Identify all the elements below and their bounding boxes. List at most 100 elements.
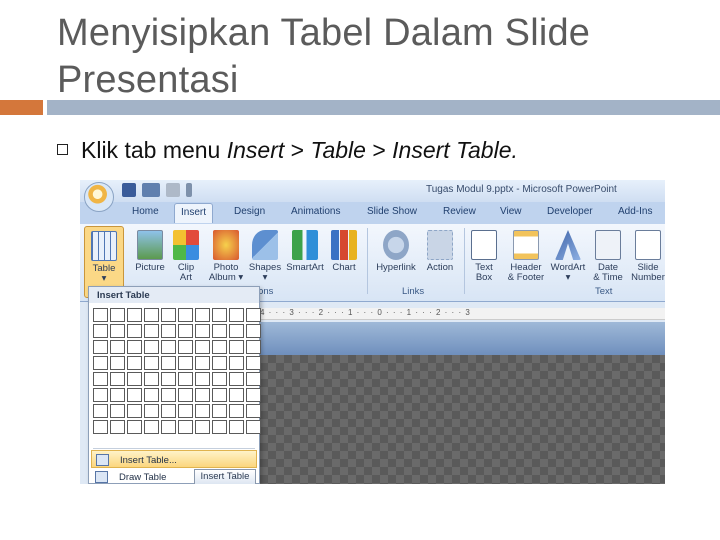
grid-cell[interactable] [127, 420, 142, 434]
grid-cell[interactable] [93, 356, 108, 370]
grid-cell[interactable] [161, 324, 176, 338]
grid-cell[interactable] [93, 308, 108, 322]
tab-add-ins[interactable]: Add-Ins [618, 206, 652, 217]
wordart-button[interactable]: WordArt ▾ [548, 230, 588, 283]
grid-cell[interactable] [195, 404, 210, 418]
grid-cell[interactable] [144, 324, 159, 338]
grid-cell[interactable] [144, 420, 159, 434]
grid-cell[interactable] [161, 420, 176, 434]
grid-cell[interactable] [178, 324, 193, 338]
photo-album-button[interactable]: Photo Album ▾ [206, 230, 246, 283]
grid-cell[interactable] [229, 420, 244, 434]
grid-cell[interactable] [229, 340, 244, 354]
grid-cell[interactable] [93, 324, 108, 338]
grid-cell[interactable] [178, 356, 193, 370]
tab-design[interactable]: Design [234, 206, 265, 217]
grid-cell[interactable] [229, 388, 244, 402]
clip-art-button[interactable]: Clip Art [168, 230, 204, 283]
shapes-button[interactable]: Shapes ▾ [246, 230, 284, 283]
grid-cell[interactable] [110, 324, 125, 338]
grid-cell[interactable] [212, 388, 227, 402]
grid-cell[interactable] [161, 372, 176, 386]
customize-toolbar-icon[interactable] [186, 183, 192, 197]
grid-cell[interactable] [229, 404, 244, 418]
grid-cell[interactable] [110, 340, 125, 354]
grid-cell[interactable] [195, 372, 210, 386]
grid-cell[interactable] [178, 372, 193, 386]
grid-cell[interactable] [229, 356, 244, 370]
grid-cell[interactable] [127, 372, 142, 386]
tab-review[interactable]: Review [443, 206, 476, 217]
grid-cell[interactable] [161, 356, 176, 370]
undo-icon[interactable] [142, 183, 160, 197]
tab-slide-show[interactable]: Slide Show [367, 206, 417, 217]
date-time-button[interactable]: Date & Time [588, 230, 628, 283]
insert-table-menu-item[interactable]: Insert Table... [91, 450, 257, 468]
grid-cell[interactable] [161, 340, 176, 354]
grid-cell[interactable] [246, 372, 261, 386]
grid-cell[interactable] [195, 308, 210, 322]
tab-home[interactable]: Home [132, 206, 159, 217]
grid-cell[interactable] [127, 308, 142, 322]
grid-cell[interactable] [212, 340, 227, 354]
tab-view[interactable]: View [500, 206, 522, 217]
picture-button[interactable]: Picture [131, 230, 169, 273]
grid-cell[interactable] [127, 340, 142, 354]
grid-cell[interactable] [246, 356, 261, 370]
grid-cell[interactable] [161, 388, 176, 402]
grid-cell[interactable] [212, 404, 227, 418]
grid-cell[interactable] [144, 404, 159, 418]
grid-cell[interactable] [110, 356, 125, 370]
grid-cell[interactable] [93, 372, 108, 386]
grid-cell[interactable] [144, 356, 159, 370]
grid-cell[interactable] [212, 356, 227, 370]
office-button-icon[interactable] [84, 182, 114, 212]
grid-cell[interactable] [110, 372, 125, 386]
action-button[interactable]: Action [420, 230, 460, 273]
grid-cell[interactable] [212, 372, 227, 386]
grid-cell[interactable] [161, 404, 176, 418]
grid-cell[interactable] [195, 420, 210, 434]
grid-cell[interactable] [93, 388, 108, 402]
grid-cell[interactable] [161, 308, 176, 322]
grid-cell[interactable] [195, 388, 210, 402]
grid-cell[interactable] [246, 420, 261, 434]
grid-cell[interactable] [110, 420, 125, 434]
grid-cell[interactable] [144, 308, 159, 322]
grid-cell[interactable] [178, 420, 193, 434]
save-icon[interactable] [122, 183, 136, 197]
grid-cell[interactable] [178, 404, 193, 418]
grid-cell[interactable] [93, 340, 108, 354]
grid-cell[interactable] [93, 420, 108, 434]
grid-cell[interactable] [246, 388, 261, 402]
grid-cell[interactable] [178, 340, 193, 354]
slide-canvas[interactable] [260, 355, 665, 484]
smartart-button[interactable]: SmartArt [284, 230, 326, 273]
grid-cell[interactable] [144, 388, 159, 402]
grid-cell[interactable] [246, 324, 261, 338]
tab-developer[interactable]: Developer [547, 206, 593, 217]
header-footer-button[interactable]: Header & Footer [504, 230, 548, 283]
grid-cell[interactable] [229, 324, 244, 338]
tab-animations[interactable]: Animations [291, 206, 340, 217]
grid-cell[interactable] [110, 388, 125, 402]
grid-cell[interactable] [178, 388, 193, 402]
hyperlink-button[interactable]: Hyperlink [372, 230, 420, 273]
grid-cell[interactable] [144, 340, 159, 354]
grid-cell[interactable] [93, 404, 108, 418]
grid-cell[interactable] [212, 324, 227, 338]
grid-cell[interactable] [195, 324, 210, 338]
grid-cell[interactable] [212, 420, 227, 434]
grid-cell[interactable] [229, 372, 244, 386]
grid-cell[interactable] [127, 388, 142, 402]
grid-cell[interactable] [195, 340, 210, 354]
grid-cell[interactable] [127, 356, 142, 370]
text-box-button[interactable]: Text Box [466, 230, 502, 283]
grid-cell[interactable] [110, 404, 125, 418]
grid-cell[interactable] [110, 308, 125, 322]
grid-cell[interactable] [127, 404, 142, 418]
grid-cell[interactable] [178, 308, 193, 322]
grid-cell[interactable] [246, 340, 261, 354]
tab-insert[interactable]: Insert [174, 203, 214, 223]
redo-icon[interactable] [166, 183, 180, 197]
